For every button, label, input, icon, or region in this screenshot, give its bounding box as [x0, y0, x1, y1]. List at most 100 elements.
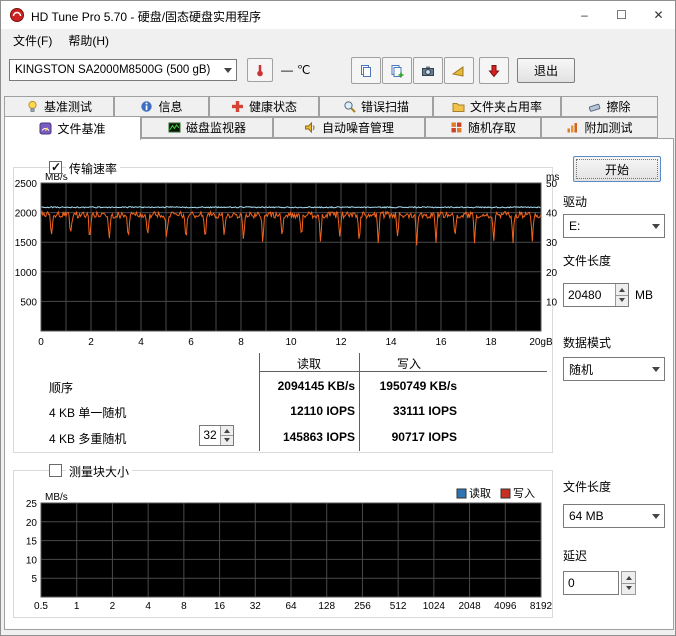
- temperature-value: —: [281, 63, 293, 77]
- svg-text:2000: 2000: [15, 209, 38, 220]
- queue-depth-up-button[interactable]: [221, 426, 233, 436]
- tab-label: 健康状态: [248, 100, 297, 114]
- download-button[interactable]: [479, 57, 509, 84]
- tab-random-access[interactable]: 随机存取: [425, 117, 541, 138]
- tab-aam[interactable]: 自动噪音管理: [273, 117, 425, 138]
- hdtune-window: HD Tune Pro 5.70 - 硬盘/固态硬盘实用程序 – ☐ ✕ 文件(…: [0, 0, 676, 636]
- file-length-input[interactable]: 20480: [563, 283, 629, 307]
- svg-text:4: 4: [138, 337, 144, 348]
- drive-select-value: KINGSTON SA2000M8500G (500 gB): [15, 64, 211, 76]
- delay-spinner[interactable]: [621, 571, 636, 595]
- camera-icon: [421, 64, 435, 78]
- copy-add-icon: [390, 64, 404, 78]
- tab-disk-monitor[interactable]: 磁盘监视器: [141, 117, 273, 138]
- copy-text-button[interactable]: [351, 57, 381, 84]
- screenshot-button[interactable]: [413, 57, 443, 84]
- svg-text:256: 256: [354, 601, 371, 612]
- tab-folder-usage[interactable]: 文件夹占用率: [433, 96, 561, 117]
- disk-monitor-icon: [168, 121, 181, 134]
- tab-file-benchmark[interactable]: 文件基准: [4, 116, 141, 140]
- tab-benchmark[interactable]: 基准测试: [4, 96, 114, 117]
- close-button[interactable]: ✕: [640, 1, 675, 29]
- svg-text:12: 12: [335, 337, 347, 348]
- temperature-button[interactable]: [247, 58, 273, 82]
- svg-text:20: 20: [26, 518, 38, 529]
- 4k-single-read-value: 12110 IOPS: [290, 404, 355, 418]
- tab-label: 附加测试: [584, 121, 633, 135]
- titlebar: HD Tune Pro 5.70 - 硬盘/固态硬盘实用程序 – ☐ ✕: [1, 1, 675, 29]
- tab-health[interactable]: 健康状态: [209, 96, 319, 117]
- sequential-write-value: 1950749 KB/s: [379, 379, 457, 393]
- svg-text:20: 20: [546, 268, 558, 279]
- file-benchmark-icon: [39, 122, 52, 135]
- drive-combobox-value: E:: [569, 219, 581, 233]
- drive-select[interactable]: KINGSTON SA2000M8500G (500 gB): [9, 59, 237, 81]
- folder-icon: [452, 100, 465, 113]
- extra-tests-icon: [566, 121, 579, 134]
- menu-item-help[interactable]: 帮助(H): [60, 29, 117, 52]
- 4k-single-write-value: 33111 IOPS: [392, 404, 457, 418]
- svg-text:32: 32: [250, 601, 262, 612]
- file-length-down-button[interactable]: [616, 295, 628, 306]
- delay-input[interactable]: 0: [563, 571, 619, 595]
- svg-text:10: 10: [26, 555, 38, 566]
- chevron-down-icon: [648, 505, 664, 527]
- tab-label: 信息: [158, 100, 183, 114]
- delay-up-button[interactable]: [622, 572, 635, 584]
- svg-text:128: 128: [318, 601, 335, 612]
- tab-label: 文件基准: [57, 122, 106, 136]
- svg-text:读取: 读取: [469, 487, 491, 500]
- transfer-rate-checkbox[interactable]: [49, 160, 62, 174]
- queue-depth-value: 32: [203, 428, 217, 442]
- file-length-label: 文件长度: [563, 254, 612, 268]
- minimize-button[interactable]: –: [566, 1, 603, 29]
- bulb-icon: [26, 100, 39, 113]
- svg-text:10: 10: [285, 337, 297, 348]
- transfer-rate-label: 传输速率: [66, 160, 121, 177]
- 4k-multi-read-value: 145863 IOPS: [282, 430, 355, 444]
- tab-label: 基准测试: [43, 100, 92, 114]
- tab-info[interactable]: 信息: [114, 96, 209, 117]
- svg-text:40: 40: [546, 209, 558, 220]
- aam-icon: [304, 121, 317, 134]
- svg-text:1000: 1000: [15, 268, 38, 279]
- copy-image-button[interactable]: [382, 57, 412, 84]
- random-access-icon: [450, 121, 463, 134]
- svg-text:30: 30: [546, 238, 558, 249]
- chevron-down-icon: [648, 215, 664, 237]
- drive-combobox[interactable]: E:: [563, 214, 665, 238]
- file-length-up-button[interactable]: [616, 284, 628, 296]
- tab-error-scan[interactable]: 错误扫描: [319, 96, 433, 117]
- queue-depth-down-button[interactable]: [221, 436, 233, 445]
- svg-text:8: 8: [181, 601, 187, 612]
- svg-text:6: 6: [188, 337, 194, 348]
- info-icon: [140, 100, 153, 113]
- queue-depth-spinner[interactable]: 32: [199, 425, 234, 446]
- block-size-checkbox[interactable]: [49, 464, 62, 477]
- menubar: 文件(F) 帮助(H): [1, 29, 675, 51]
- svg-text:25: 25: [26, 499, 38, 510]
- delay-down-button[interactable]: [622, 583, 635, 594]
- svg-text:2048: 2048: [458, 601, 481, 612]
- row-label-4k-single: 4 KB 单一随机: [49, 406, 127, 420]
- tab-label: 磁盘监视器: [185, 121, 246, 135]
- maximize-button[interactable]: ☐: [603, 1, 640, 29]
- sound-button[interactable]: [444, 57, 474, 84]
- tab-extra-tests[interactable]: 附加测试: [541, 117, 658, 138]
- block-size-chart: 5 10 15 20 25 0.5 1 2 4 8 16 32 64 128 256 512 1024 2048 4…: [26, 487, 553, 612]
- svg-text:500: 500: [20, 297, 37, 308]
- app-icon: [9, 7, 25, 23]
- svg-text:MB/s: MB/s: [45, 173, 68, 183]
- tab-label: 错误扫描: [360, 100, 409, 114]
- menu-item-file[interactable]: 文件(F): [5, 29, 60, 52]
- tab-erase[interactable]: 擦除: [561, 96, 658, 117]
- data-mode-value: 随机: [569, 362, 594, 377]
- svg-text:1: 1: [74, 601, 80, 612]
- data-mode-combobox[interactable]: 随机: [563, 357, 665, 381]
- row-label-sequential: 顺序: [49, 381, 74, 395]
- block-file-length-combobox[interactable]: 64 MB: [563, 504, 665, 528]
- exit-button[interactable]: 退出: [517, 58, 575, 83]
- svg-text:512: 512: [390, 601, 407, 612]
- start-button[interactable]: 开始: [573, 156, 661, 182]
- tab-label: 随机存取: [467, 121, 516, 135]
